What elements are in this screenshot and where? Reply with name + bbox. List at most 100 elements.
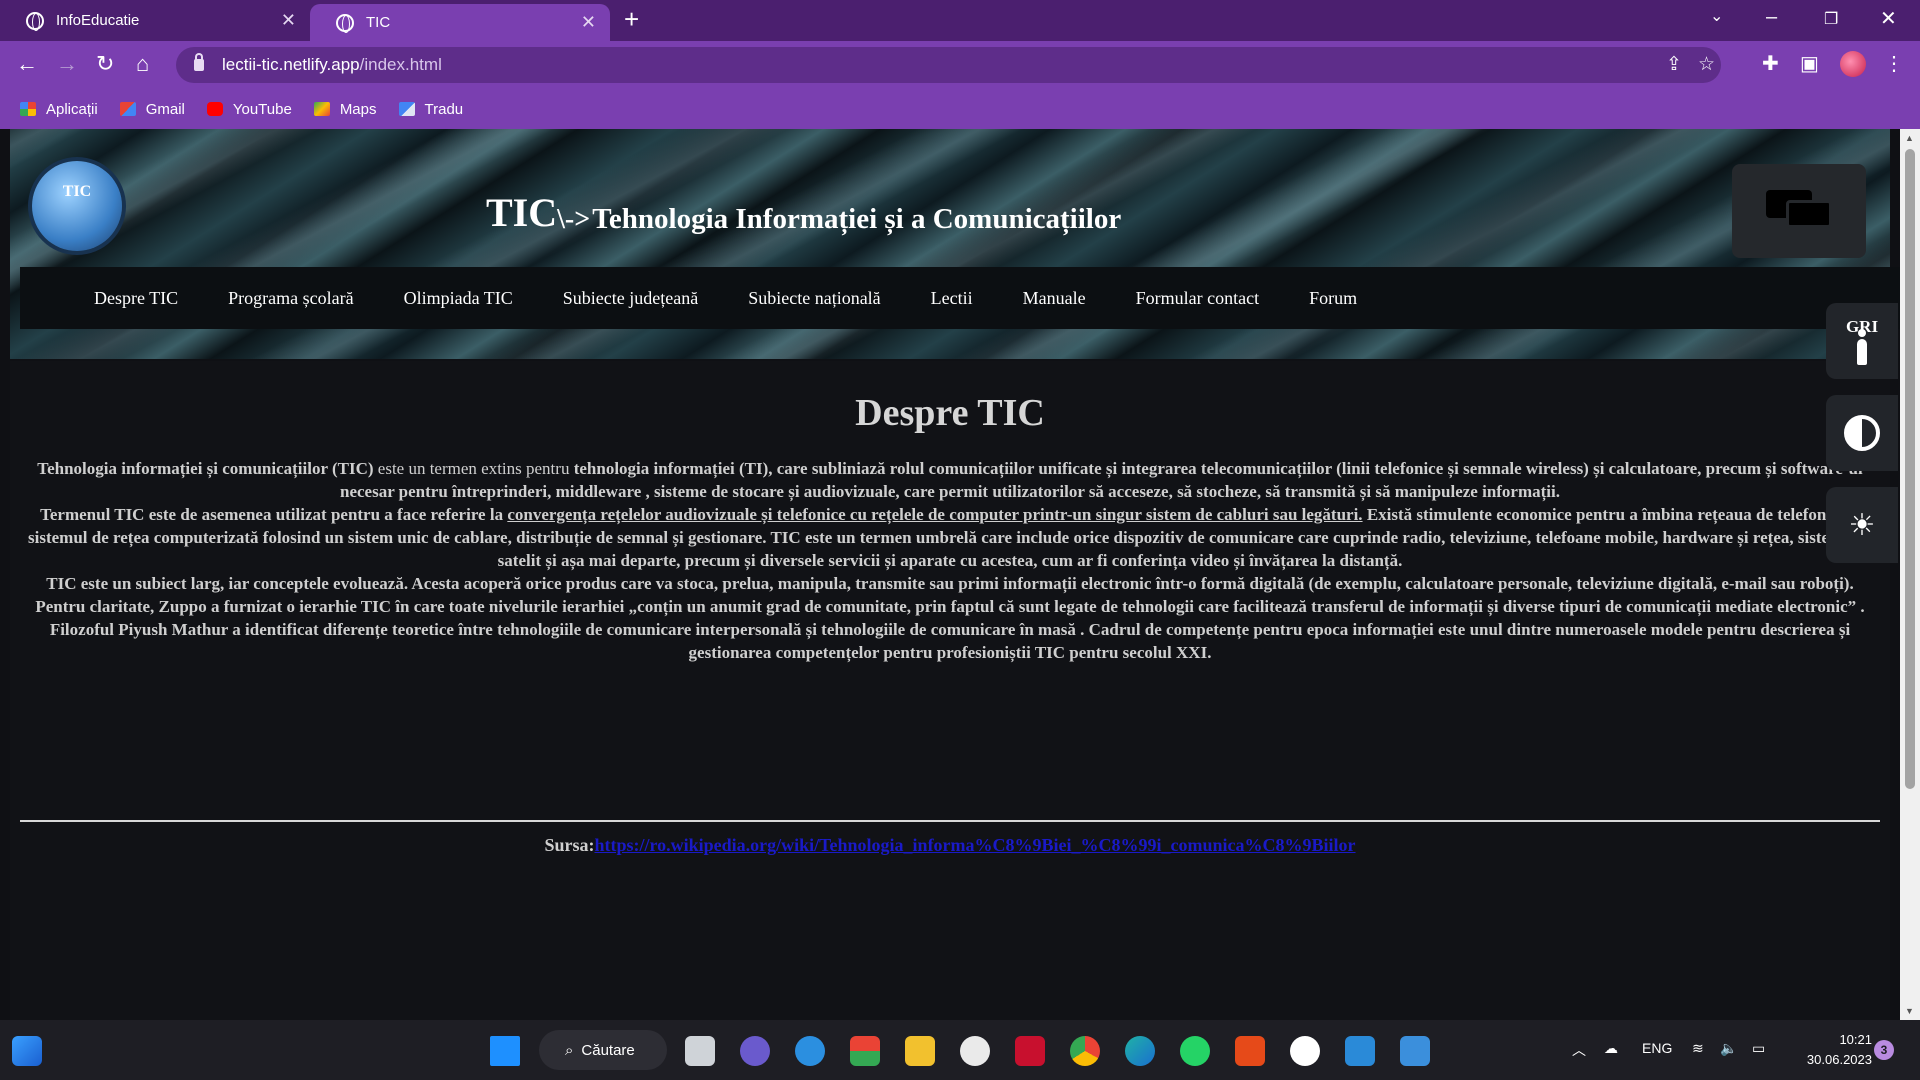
translate-icon <box>398 102 415 116</box>
bookmark-tradu[interactable]: Tradu <box>398 100 464 118</box>
nav-lectii[interactable]: Lectii <box>931 288 973 309</box>
bookmark-youtube[interactable]: YouTube <box>206 101 292 118</box>
store-icon[interactable] <box>850 1036 880 1066</box>
tab-search-icon[interactable]: ⌄ <box>1710 6 1723 26</box>
grayscale-button[interactable]: GRI <box>1826 303 1898 379</box>
bookmark-star-icon[interactable]: ☆ <box>1698 53 1715 76</box>
share-icon[interactable]: ⇪ <box>1666 53 1682 76</box>
main-content: Despre TIC Tehnologia informației și com… <box>10 361 1890 1020</box>
nav-forum[interactable]: Forum <box>1309 288 1357 309</box>
menu-dots-icon[interactable]: ⋮ <box>1884 51 1904 76</box>
reload-icon[interactable]: ↻ <box>96 51 114 77</box>
page-viewport: TIC TIC \-> Tehnologia Informației și a … <box>0 129 1900 1020</box>
logo-text: TIC <box>62 183 92 200</box>
brightness-button[interactable]: ☀ <box>1826 487 1898 563</box>
office-icon[interactable] <box>1235 1036 1265 1066</box>
bookmark-label: Aplicații <box>46 100 98 118</box>
scroll-down-icon[interactable]: ▼ <box>1905 1006 1914 1016</box>
bookmarks-bar: Aplicații Gmail YouTube Maps Tradu <box>0 89 1920 129</box>
nav-olimpiada-tic[interactable]: Olimpiada TIC <box>404 288 513 309</box>
gmail-icon <box>119 102 136 116</box>
bookmark-label: Gmail <box>145 100 185 118</box>
start-icon[interactable] <box>490 1036 520 1066</box>
home-icon[interactable]: ⌂ <box>136 51 149 77</box>
contrast-button[interactable] <box>1826 395 1898 471</box>
task-view-icon[interactable] <box>685 1036 715 1066</box>
tab-title: TIC <box>366 14 391 31</box>
title-arrow: \-> <box>557 204 591 235</box>
chevron-up-icon[interactable]: ︿ <box>1572 1040 1586 1060</box>
whatsapp-icon[interactable] <box>1180 1036 1210 1066</box>
tab-tic[interactable]: TIC ✕ <box>310 4 610 41</box>
nav-subiecte-judeteana[interactable]: Subiecte județeană <box>563 288 698 309</box>
minimize-button[interactable]: – <box>1766 6 1777 29</box>
help-icon[interactable] <box>795 1036 825 1066</box>
mcafee-icon[interactable] <box>1015 1036 1045 1066</box>
forward-arrow-icon[interactable]: → <box>56 51 78 77</box>
bookmark-label: Maps <box>339 100 377 118</box>
battery-icon[interactable]: ▭ <box>1752 1040 1765 1057</box>
wifi-icon[interactable]: ≋ <box>1692 1040 1704 1057</box>
bookmark-apps[interactable]: Aplicații <box>20 101 98 118</box>
side-panel-icon[interactable]: ▣ <box>1800 51 1819 76</box>
windows-taskbar: ⌕ Căutare ︿ ☁ ENG ≋ 🔈 ▭ 10:21 30.06.2023… <box>0 1020 1920 1080</box>
chat-button[interactable] <box>1732 164 1866 258</box>
accessibility-person-icon <box>1857 329 1867 365</box>
url-host: lectii-tic.netlify.app <box>222 55 360 74</box>
site-title: TIC \-> Tehnologia Informației și a Comu… <box>486 189 1121 236</box>
browser-tab-strip: InfoEducatie ✕ TIC ✕ + ⌄ – ❐ ✕ <box>0 0 1920 41</box>
site-logo[interactable]: TIC <box>32 161 122 251</box>
nav-subiecte-nationala[interactable]: Subiecte națională <box>748 288 880 309</box>
scroll-thumb[interactable] <box>1905 149 1915 789</box>
clock[interactable]: 10:21 30.06.2023 <box>1792 1030 1872 1070</box>
address-bar[interactable]: lectii-tic.netlify.app /index.html ⇪ ☆ <box>176 47 1721 83</box>
lock-icon <box>194 53 204 71</box>
bookmark-gmail[interactable]: Gmail <box>119 100 185 118</box>
article-text: TIC este un subiect larg, iar conceptele… <box>35 574 1865 662</box>
extensions-icon[interactable]: ✚ <box>1762 51 1779 76</box>
taskbar-search[interactable]: ⌕ Căutare <box>539 1030 667 1070</box>
nav-formular-contact[interactable]: Formular contact <box>1136 288 1259 309</box>
close-icon[interactable]: ✕ <box>581 12 596 33</box>
browser-toolbar: ← → ↻ ⌂ lectii-tic.netlify.app /index.ht… <box>0 41 1920 89</box>
widgets-icon[interactable] <box>12 1036 42 1066</box>
main-nav: Despre TIC Programa școlară Olimpiada TI… <box>20 267 1900 329</box>
chrome-icon[interactable] <box>1070 1036 1100 1066</box>
restore-button[interactable]: ❐ <box>1824 9 1838 29</box>
url-path: /index.html <box>359 55 442 74</box>
window-close-button[interactable]: ✕ <box>1880 6 1897 31</box>
page-title: Despre TIC <box>855 392 1045 434</box>
title-sub: Tehnologia Informației și a Comunicațiil… <box>592 203 1122 235</box>
profile-avatar[interactable] <box>1840 51 1866 77</box>
teams-chat-icon[interactable] <box>740 1036 770 1066</box>
edge-icon[interactable] <box>1125 1036 1155 1066</box>
scroll-up-icon[interactable]: ▲ <box>1905 133 1914 143</box>
article-link[interactable]: convergența rețelelor audiovizuale și te… <box>507 505 1362 524</box>
sun-icon: ☀ <box>1848 508 1876 542</box>
nav-despre-tic[interactable]: Despre TIC <box>94 288 178 309</box>
new-tab-button[interactable]: + <box>624 4 639 35</box>
notification-badge[interactable]: 3 <box>1874 1040 1894 1060</box>
github-icon[interactable] <box>1290 1036 1320 1066</box>
app-icon[interactable] <box>960 1036 990 1066</box>
vscode-icon[interactable] <box>1345 1036 1375 1066</box>
tab-infoeducatie[interactable]: InfoEducatie ✕ <box>0 0 310 41</box>
close-icon[interactable]: ✕ <box>281 10 296 31</box>
file-explorer-icon[interactable] <box>905 1036 935 1066</box>
back-arrow-icon[interactable]: ← <box>16 51 38 77</box>
nav-programa-scolara[interactable]: Programa școlară <box>228 288 353 309</box>
language-indicator[interactable]: ENG <box>1642 1040 1672 1056</box>
maps-icon <box>313 102 330 116</box>
bookmark-label: Tradu <box>424 100 464 118</box>
volume-icon[interactable]: 🔈 <box>1720 1040 1737 1057</box>
contrast-icon <box>1844 415 1880 451</box>
scrollbar[interactable]: ▲ ▼ <box>1900 129 1920 1020</box>
globe-icon <box>26 11 44 31</box>
source-label: Sursa: <box>544 835 595 855</box>
onedrive-icon[interactable]: ☁ <box>1604 1040 1618 1057</box>
source-link[interactable]: https://ro.wikipedia.org/wiki/Tehnologia… <box>594 835 1355 855</box>
nav-manuale[interactable]: Manuale <box>1023 288 1086 309</box>
bookmark-maps[interactable]: Maps <box>313 100 377 118</box>
photos-icon[interactable] <box>1400 1036 1430 1066</box>
source-line: Sursa:https://ro.wikipedia.org/wiki/Tehn… <box>10 835 1890 856</box>
